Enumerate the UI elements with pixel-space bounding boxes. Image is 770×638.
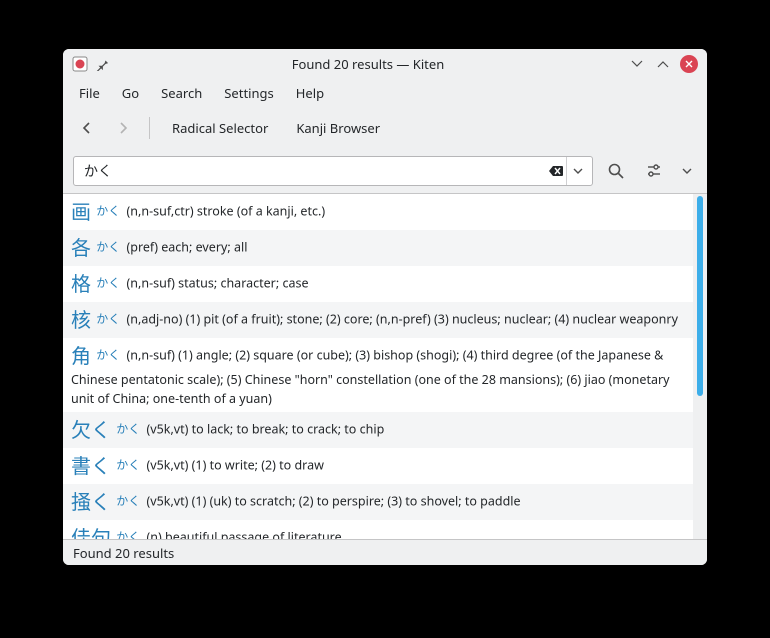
result-entry[interactable]: 欠く かく (v5k,vt) to lack; to break; to cra… bbox=[63, 412, 693, 448]
result-entry[interactable]: 核 かく (n,adj-no) (1) pit (of a fruit); st… bbox=[63, 302, 693, 338]
toolbar-separator bbox=[149, 117, 150, 139]
search-button[interactable] bbox=[601, 156, 631, 186]
entry-definition: (n,n-suf) (1) angle; (2) square (or cube… bbox=[71, 346, 670, 406]
app-window: Found 20 results — Kiten File Go Search … bbox=[63, 49, 707, 565]
result-entry[interactable]: 画 かく (n,n-suf,ctr) stroke (of a kanji, e… bbox=[63, 194, 693, 230]
search-box bbox=[73, 156, 593, 186]
pin-icon[interactable] bbox=[95, 57, 109, 71]
entry-kanji[interactable]: 核 bbox=[71, 306, 91, 333]
close-button[interactable] bbox=[679, 54, 699, 74]
result-entry[interactable]: 各 かく (pref) each; every; all bbox=[63, 230, 693, 266]
scrollbar[interactable] bbox=[693, 194, 707, 539]
menu-file[interactable]: File bbox=[69, 80, 110, 106]
entry-definition: (n,adj-no) (1) pit (of a fruit); stone; … bbox=[123, 310, 678, 327]
menu-go[interactable]: Go bbox=[112, 80, 149, 106]
entry-definition: (v5k,vt) (1) to write; (2) to draw bbox=[143, 456, 324, 473]
result-entry[interactable]: 格 かく (n,n-suf) status; character; case bbox=[63, 266, 693, 302]
forward-button[interactable] bbox=[109, 114, 137, 142]
result-entry[interactable]: 角 かく (n,n-suf) (1) angle; (2) square (or… bbox=[63, 338, 693, 412]
entry-reading[interactable]: かく bbox=[116, 420, 140, 437]
results-area: 画 かく (n,n-suf,ctr) stroke (of a kanji, e… bbox=[63, 193, 707, 539]
scrollbar-thumb[interactable] bbox=[697, 196, 703, 396]
entry-reading[interactable]: かく bbox=[116, 528, 140, 539]
entry-reading[interactable]: かく bbox=[116, 456, 140, 473]
entry-kanji[interactable]: 角 bbox=[71, 342, 91, 369]
statusbar: Found 20 results bbox=[63, 539, 707, 565]
maximize-button[interactable] bbox=[653, 54, 673, 74]
entry-reading[interactable]: かく bbox=[96, 274, 120, 291]
status-text: Found 20 results bbox=[73, 544, 174, 562]
result-entry[interactable]: 佳句 かく (n) beautiful passage of literatur… bbox=[63, 520, 693, 540]
entry-kanji[interactable]: 画 bbox=[71, 198, 91, 225]
entry-reading[interactable]: かく bbox=[96, 202, 120, 219]
toolbar: Radical Selector Kanji Browser bbox=[63, 107, 707, 149]
entry-definition: (n) beautiful passage of literature bbox=[143, 528, 341, 539]
entry-definition: (n,n-suf) status; character; case bbox=[123, 274, 308, 291]
search-input[interactable] bbox=[82, 162, 546, 180]
entry-reading[interactable]: かく bbox=[96, 346, 120, 363]
entry-definition: (v5k,vt) to lack; to break; to crack; to… bbox=[143, 420, 384, 437]
result-entry[interactable]: 書く かく (v5k,vt) (1) to write; (2) to draw bbox=[63, 448, 693, 484]
menu-settings[interactable]: Settings bbox=[214, 80, 283, 106]
entry-kanji[interactable]: 格 bbox=[71, 270, 91, 297]
entry-kanji[interactable]: 佳句 bbox=[71, 524, 111, 540]
clear-search-icon[interactable] bbox=[546, 161, 566, 181]
filter-dropdown[interactable] bbox=[677, 156, 697, 186]
window-title: Found 20 results — Kiten bbox=[115, 55, 621, 73]
entry-reading[interactable]: かく bbox=[96, 238, 120, 255]
entry-kanji[interactable]: 各 bbox=[71, 234, 91, 261]
app-icon bbox=[71, 55, 89, 73]
entry-definition: (pref) each; every; all bbox=[123, 238, 247, 255]
entry-kanji[interactable]: 掻く bbox=[71, 488, 111, 515]
entry-kanji[interactable]: 書く bbox=[71, 452, 111, 479]
minimize-button[interactable] bbox=[627, 54, 647, 74]
results-list[interactable]: 画 かく (n,n-suf,ctr) stroke (of a kanji, e… bbox=[63, 194, 693, 539]
back-button[interactable] bbox=[73, 114, 101, 142]
titlebar: Found 20 results — Kiten bbox=[63, 49, 707, 79]
filter-button[interactable] bbox=[639, 156, 669, 186]
menu-help[interactable]: Help bbox=[286, 80, 334, 106]
entry-definition: (n,n-suf,ctr) stroke (of a kanji, etc.) bbox=[123, 202, 325, 219]
entry-reading[interactable]: かく bbox=[116, 492, 140, 509]
entry-reading[interactable]: かく bbox=[96, 310, 120, 327]
radical-selector-button[interactable]: Radical Selector bbox=[162, 115, 278, 141]
entry-kanji[interactable]: 欠く bbox=[71, 416, 111, 443]
menubar: File Go Search Settings Help bbox=[63, 79, 707, 107]
result-entry[interactable]: 掻く かく (v5k,vt) (1) (uk) to scratch; (2) … bbox=[63, 484, 693, 520]
search-row bbox=[63, 149, 707, 193]
kanji-browser-button[interactable]: Kanji Browser bbox=[286, 115, 390, 141]
entry-definition: (v5k,vt) (1) (uk) to scratch; (2) to per… bbox=[143, 492, 520, 509]
search-history-dropdown[interactable] bbox=[566, 157, 588, 185]
menu-search[interactable]: Search bbox=[151, 80, 212, 106]
